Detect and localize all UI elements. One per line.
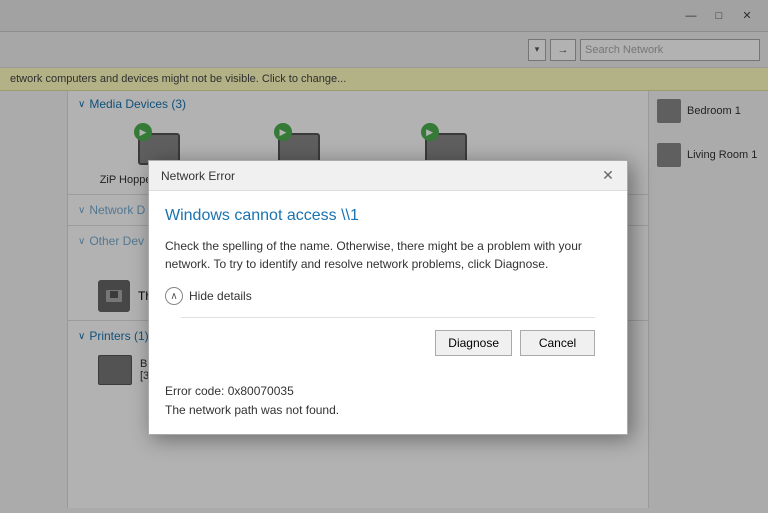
details-toggle[interactable]: ∧ Hide details	[165, 287, 611, 305]
error-description: Check the spelling of the name. Otherwis…	[165, 237, 611, 273]
cancel-button[interactable]: Cancel	[520, 330, 595, 356]
diagnose-button[interactable]: Diagnose	[435, 330, 512, 356]
modal-close-button[interactable]: ✕	[597, 165, 619, 187]
modal-body: Windows cannot access \\1 Check the spel…	[149, 191, 627, 382]
modal-footer: Diagnose Cancel	[181, 317, 595, 356]
hide-details-label: Hide details	[189, 289, 252, 303]
hide-details-icon: ∧	[165, 287, 183, 305]
modal-title: Network Error	[161, 169, 235, 183]
network-error-dialog: Network Error ✕ Windows cannot access \\…	[148, 160, 628, 435]
error-heading: Windows cannot access \\1	[165, 207, 611, 225]
modal-overlay: Network Error ✕ Windows cannot access \\…	[0, 0, 768, 513]
error-details-section: Error code: 0x80070035 The network path …	[165, 382, 611, 420]
error-path: The network path was not found.	[165, 401, 611, 420]
modal-titlebar: Network Error ✕	[149, 161, 627, 191]
error-code: Error code: 0x80070035	[165, 382, 611, 401]
